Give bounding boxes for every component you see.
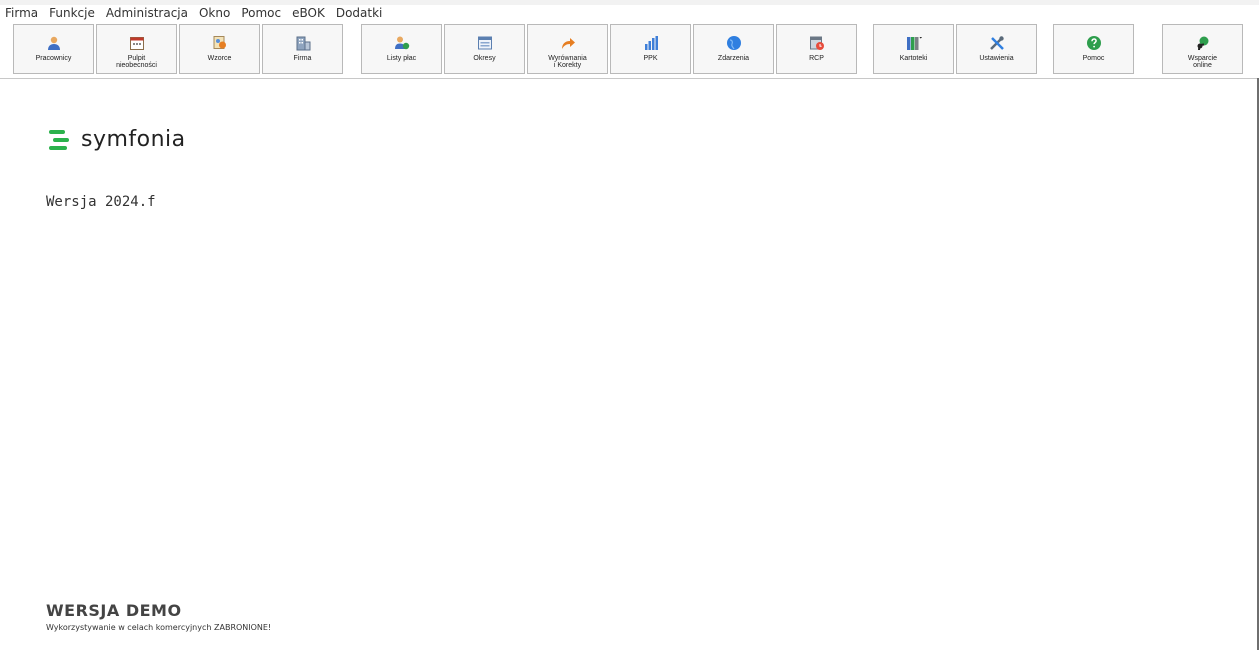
toolbar-label-wsparcie-online: Wsparcie online bbox=[1187, 55, 1218, 69]
building-icon bbox=[296, 36, 310, 51]
toolbar-label-zdarzenia: Zdarzenia bbox=[717, 55, 750, 62]
toolbar-button-listy-plac[interactable]: Listy płac bbox=[361, 24, 442, 74]
binders-icon bbox=[906, 37, 922, 50]
menu-okno[interactable]: Okno bbox=[194, 6, 236, 20]
main-toolbar: Pracownicy Pulpit nieobecności Wzorce Fi… bbox=[0, 22, 1259, 78]
toolbar-label-okresy: Okresy bbox=[473, 55, 496, 62]
menu-firma[interactable]: Firma bbox=[0, 6, 44, 20]
menu-dodatki[interactable]: Dodatki bbox=[331, 6, 389, 20]
toolbar-button-pulpit-nieobecnosci[interactable]: Pulpit nieobecności bbox=[96, 24, 177, 74]
payroll-person-icon bbox=[394, 36, 409, 50]
toolbar-button-ustawienia[interactable]: Ustawienia bbox=[956, 24, 1037, 74]
clock-card-icon bbox=[809, 36, 824, 50]
menu-ebok[interactable]: eBOK bbox=[287, 6, 331, 20]
toolbar-button-kartoteki[interactable]: Kartoteki bbox=[873, 24, 954, 74]
support-online-icon bbox=[1197, 36, 1208, 51]
person-icon bbox=[47, 36, 60, 50]
toolbar-label-pracownicy: Pracownicy bbox=[35, 55, 72, 62]
toolbar-divider bbox=[0, 78, 1259, 79]
toolbar-label-wyrownania: Wyrównania i Korekty bbox=[548, 55, 587, 69]
toolbar-button-ppk[interactable]: PPK bbox=[610, 24, 691, 74]
toolbar-label-kartoteki: Kartoteki bbox=[899, 55, 928, 62]
menu-bar: Firma Funkcje Administracja Okno Pomoc e… bbox=[0, 4, 388, 22]
symfonia-logo: symfonia bbox=[47, 127, 186, 153]
menu-pomoc[interactable]: Pomoc bbox=[236, 6, 287, 20]
menu-funkcje[interactable]: Funkcje bbox=[44, 6, 101, 20]
tools-icon bbox=[989, 36, 1004, 50]
toolbar-button-wyrownania[interactable]: Wyrównania i Korekty bbox=[527, 24, 608, 74]
toolbar-button-pomoc[interactable]: Pomoc bbox=[1053, 24, 1134, 74]
toolbar-button-rcp[interactable]: RCP bbox=[776, 24, 857, 74]
toolbar-button-firma[interactable]: Firma bbox=[262, 24, 343, 74]
version-label: Wersja 2024.f bbox=[46, 194, 156, 210]
toolbar-button-zdarzenia[interactable]: Zdarzenia bbox=[693, 24, 774, 74]
periods-window-icon bbox=[477, 36, 492, 50]
menu-administracja[interactable]: Administracja bbox=[101, 6, 194, 20]
templates-icon bbox=[213, 36, 226, 49]
toolbar-button-okresy[interactable]: Okresy bbox=[444, 24, 525, 74]
toolbar-label-firma: Firma bbox=[293, 55, 312, 62]
toolbar-label-pomoc: Pomoc bbox=[1082, 55, 1105, 62]
toolbar-button-wsparcie-online[interactable]: Wsparcie online bbox=[1162, 24, 1243, 74]
globe-icon bbox=[726, 36, 741, 50]
toolbar-label-ustawienia: Ustawienia bbox=[979, 55, 1014, 62]
demo-title: WERSJA DEMO bbox=[46, 601, 182, 620]
toolbar-label-ppk: PPK bbox=[643, 55, 658, 62]
toolbar-button-pracownicy[interactable]: Pracownicy bbox=[13, 24, 94, 74]
help-icon bbox=[1086, 36, 1101, 50]
toolbar-label-wzorce: Wzorce bbox=[207, 55, 232, 62]
arrow-redo-icon bbox=[561, 38, 575, 49]
toolbar-label-listy-plac: Listy płac bbox=[386, 55, 417, 62]
toolbar-label-pulpit-nieobecnosci: Pulpit nieobecności bbox=[116, 55, 157, 69]
calendar-icon bbox=[129, 37, 144, 50]
bar-chart-icon bbox=[644, 36, 658, 50]
toolbar-button-wzorce[interactable]: Wzorce bbox=[179, 24, 260, 74]
toolbar-label-rcp: RCP bbox=[809, 55, 824, 62]
symfonia-logo-icon bbox=[49, 130, 69, 150]
logo-wordmark: symfonia bbox=[81, 127, 186, 152]
demo-subtitle: Wykorzystywanie w celach komercyjnych ZA… bbox=[46, 623, 272, 632]
